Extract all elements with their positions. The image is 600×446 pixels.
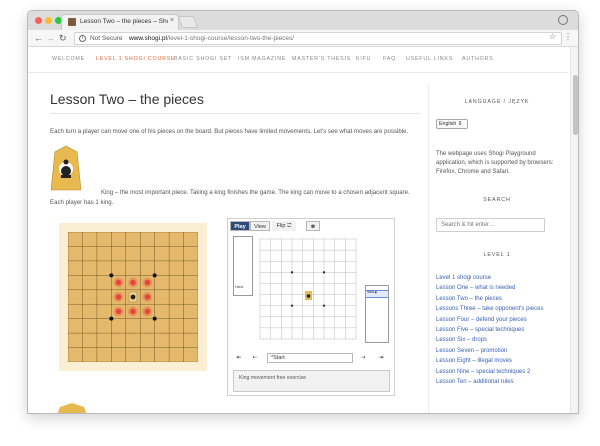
lesson-link[interactable]: Level 1 shogi course xyxy=(436,273,560,283)
nav-item-thesis[interactable]: MASTER'S THESIS xyxy=(292,56,351,62)
browser-window: Lesson Two – the pieces – Shog × ← → ↻ i… xyxy=(27,10,579,414)
lesson-link[interactable]: Lesson Nine – special techniques 2 xyxy=(436,367,560,377)
browser-support-text: The webpage uses Shogi Playground applic… xyxy=(436,151,554,175)
browser-toolbar: ← → ↻ i Not Secure www.shogi.pl/level-1-… xyxy=(28,30,578,47)
title-divider xyxy=(50,113,420,114)
site-navigation: WELCOME LEVEL 1 SHOGI COURSE BASIC SHOGI… xyxy=(28,47,568,73)
star-point xyxy=(322,271,326,274)
move-marker xyxy=(115,294,122,300)
back-icon[interactable]: ← xyxy=(34,33,43,43)
next-move-button[interactable]: ⇢ xyxy=(357,353,369,363)
page-scrollbar[interactable] xyxy=(570,47,578,413)
king-piece-icon xyxy=(51,145,81,191)
url-host: www.shogi.pl xyxy=(129,35,167,42)
flip-button[interactable]: Flip ⮂ xyxy=(272,221,296,231)
nav-item-level1[interactable]: LEVEL 1 SHOGI COURSE xyxy=(96,56,175,62)
url-path: /level-1-shogi-course/lesson-two-the-pie… xyxy=(166,35,295,42)
new-tab-button[interactable] xyxy=(177,16,199,28)
next-piece-icon xyxy=(57,403,87,413)
language-select[interactable]: English ⇕ xyxy=(436,119,468,129)
move-marker xyxy=(130,308,136,315)
close-tab-icon[interactable]: × xyxy=(170,17,174,24)
lesson-link[interactable]: Lesson Two – the pieces xyxy=(436,294,560,304)
move-marker xyxy=(115,279,122,286)
kebab-menu-icon[interactable]: ⋮ xyxy=(564,32,572,41)
lesson-link[interactable]: Lesson Eight – illegal moves xyxy=(436,356,560,366)
nav-item-kifu[interactable]: KIFU xyxy=(356,56,371,62)
first-move-button[interactable]: ⇤ xyxy=(233,353,245,363)
minimize-window-button[interactable] xyxy=(45,17,52,24)
search-title: SEARCH xyxy=(483,197,511,203)
star-point xyxy=(109,273,114,278)
hand-label: Hand xyxy=(235,285,244,289)
lesson-link[interactable]: Lesson Ten – additional rules xyxy=(436,377,560,387)
nav-item-faq[interactable]: FAQ xyxy=(383,56,396,62)
move-marker xyxy=(144,308,151,315)
security-label: Not Secure xyxy=(90,35,123,42)
tab-bar: Lesson Two – the pieces – Shog × xyxy=(28,11,578,30)
move-list-entry[interactable]: Start ◆ xyxy=(366,290,388,298)
course-lessons-list: Level 1 shogi course Lesson One – what i… xyxy=(436,273,560,387)
level-title: LEVEL 1 xyxy=(483,252,511,258)
widget-tabs: Play View Flip ⮂ ♚ xyxy=(230,221,392,231)
king-tab-icon[interactable]: ♚ xyxy=(306,221,320,231)
page-title: Lesson Two – the pieces xyxy=(50,91,204,107)
gote-hand: Hand xyxy=(233,236,253,296)
favicon-icon xyxy=(68,18,76,26)
sidebar-divider xyxy=(428,83,429,413)
star-point xyxy=(290,304,294,307)
lesson-link[interactable]: Lesson Four – defend your pieces xyxy=(436,315,560,325)
star-point xyxy=(109,316,114,321)
nav-item-ism[interactable]: ISM MAGAZINE xyxy=(238,56,286,62)
lesson-link[interactable]: Lessons Three – take opponent's pieces xyxy=(436,304,560,314)
language-title: LANGUAGE / JĘZYK xyxy=(464,99,530,105)
king-moves-diagram xyxy=(59,223,207,371)
move-marker xyxy=(115,308,122,315)
previous-move-button[interactable]: ⇠ xyxy=(249,353,261,363)
move-marker xyxy=(144,279,151,286)
tab-title: Lesson Two – the pieces – Shog xyxy=(80,18,168,25)
king-description: King – the most important piece. Taking … xyxy=(50,188,420,208)
tab-play[interactable]: Play xyxy=(230,221,250,231)
profile-icon[interactable] xyxy=(558,15,568,25)
shogi-board xyxy=(68,232,198,362)
star-icon[interactable]: ☆ xyxy=(549,32,556,41)
move-list[interactable]: Start ◆ xyxy=(365,285,389,343)
star-point xyxy=(152,273,157,278)
exercise-comment: King movement free exercise xyxy=(233,370,390,392)
tab-view[interactable]: View xyxy=(250,221,270,231)
lesson-link[interactable]: Lesson One – what is needed xyxy=(436,283,560,293)
star-point xyxy=(152,316,157,321)
address-bar[interactable]: i Not Secure www.shogi.pl/level-1-shogi-… xyxy=(74,32,562,45)
info-icon[interactable]: i xyxy=(79,35,86,42)
last-move-button[interactable]: ⇥ xyxy=(375,353,387,363)
current-move-field[interactable]: *Start xyxy=(267,353,353,363)
move-controls: ⇤ ⇠ *Start ⇢ ⇥ xyxy=(233,353,390,363)
star-point xyxy=(290,271,294,274)
browser-tab[interactable]: Lesson Two – the pieces – Shog × xyxy=(61,14,179,30)
nav-item-authors[interactable]: AUTHORS xyxy=(462,56,494,62)
refresh-icon[interactable]: ↻ xyxy=(59,33,67,44)
exercise-grid[interactable] xyxy=(259,233,359,343)
close-window-button[interactable] xyxy=(35,17,42,24)
nav-item-links[interactable]: USEFUL LINKS xyxy=(406,56,453,62)
forward-icon[interactable]: → xyxy=(46,33,55,43)
king-text: King – the most important piece. Taking … xyxy=(50,189,410,206)
lesson-link[interactable]: Lesson Five – special techniques xyxy=(436,325,560,335)
scrollbar-thumb[interactable] xyxy=(573,75,578,135)
lesson-link[interactable]: Lesson Seven – promotion xyxy=(436,346,560,356)
exercise-board[interactable] xyxy=(259,233,359,343)
star-point xyxy=(322,304,326,307)
url-text: www.shogi.pl/level-1-shogi-course/lesson… xyxy=(129,35,294,42)
search-input[interactable]: Search & hit enter… xyxy=(436,218,545,232)
move-marker xyxy=(130,279,136,286)
shogi-playground-widget: Play View Flip ⮂ ♚ Hand Start ◆ ⇤ ⇠ *Sta… xyxy=(227,218,395,396)
nav-item-basic-set[interactable]: BASIC SHOGI SET xyxy=(174,56,232,62)
web-page: WELCOME LEVEL 1 SHOGI COURSE BASIC SHOGI… xyxy=(28,47,578,413)
intro-text: Each turn a player can move one of his p… xyxy=(50,128,409,135)
move-marker xyxy=(144,294,151,300)
lesson-link[interactable]: Lesson Six – drops xyxy=(436,335,560,345)
nav-item-welcome[interactable]: WELCOME xyxy=(52,56,85,62)
